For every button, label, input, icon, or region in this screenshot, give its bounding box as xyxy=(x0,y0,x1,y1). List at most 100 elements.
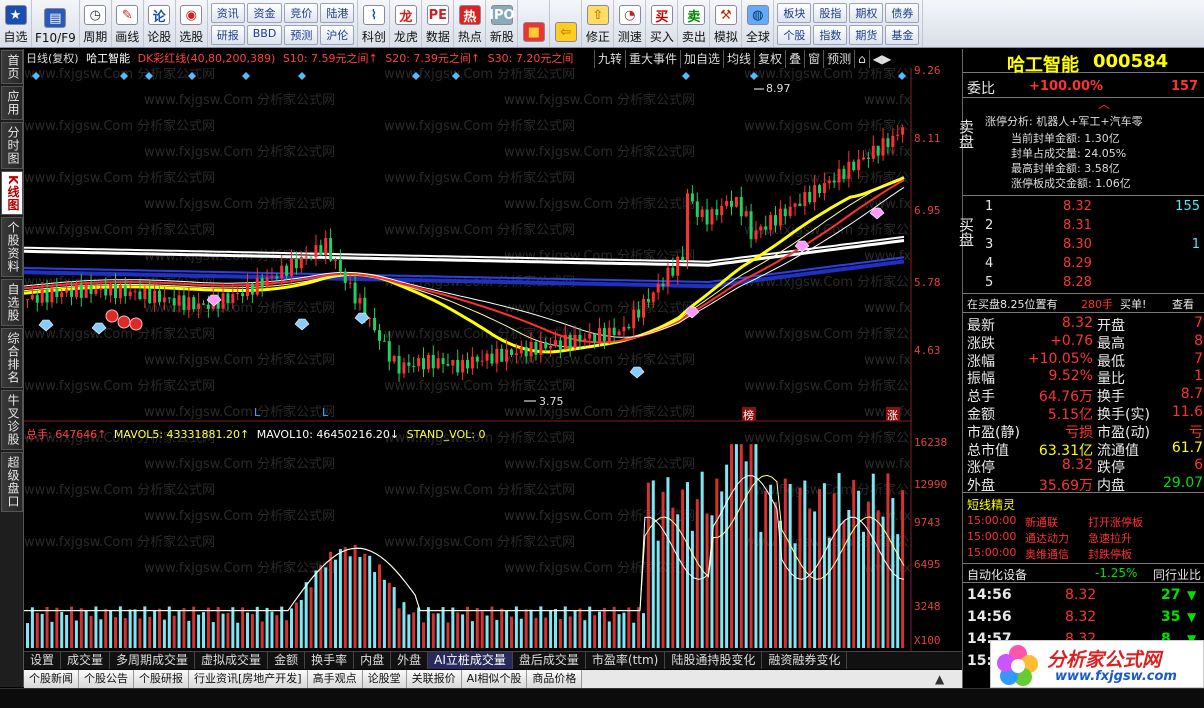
grid-button[interactable]: 期权 xyxy=(849,2,884,23)
chart-btn[interactable]: 复权 xyxy=(754,50,785,68)
bid-price[interactable]: 8.32 xyxy=(1063,199,1092,214)
chart-btn[interactable]: ◀▶ xyxy=(868,50,894,68)
bid-buy-text: 买单! xyxy=(1120,298,1147,311)
sector-name[interactable]: 自动化设备 xyxy=(967,566,1027,583)
bid-price[interactable]: 8.30 xyxy=(1063,237,1092,252)
grid-button[interactable]: 期货 xyxy=(849,24,884,45)
chart-btn[interactable]: 叠 xyxy=(785,50,804,68)
chart-btn[interactable]: 加自选 xyxy=(680,50,723,68)
chart-btn[interactable]: 窗 xyxy=(804,50,823,68)
collapse-icon[interactable]: ︿ xyxy=(1098,95,1110,112)
grid-button[interactable]: 板块 xyxy=(777,2,812,23)
toolbar-buy-button[interactable]: 买买入 xyxy=(646,0,679,47)
kline-chart[interactable]: www.fxjgsw.Com 分析家公式网 www.fxjgsw.Com 分析家公… xyxy=(24,68,912,653)
dx-stock[interactable]: 通达动力 xyxy=(1025,530,1069,546)
chart-btn[interactable]: 重大事件 xyxy=(625,50,680,68)
news-tab[interactable]: 论股堂 xyxy=(362,670,407,688)
indicator-tab[interactable]: 盘后成交量 xyxy=(513,652,586,669)
indicator-tab[interactable]: 多周期成交量 xyxy=(110,652,196,669)
grid-button[interactable]: 竞价 xyxy=(284,2,319,23)
nav-0[interactable]: 首页 xyxy=(1,50,23,84)
indicator-tab[interactable]: AI立桩成交量 xyxy=(428,652,513,669)
indicator-tab[interactable]: 设置 xyxy=(24,652,62,669)
sector-compare[interactable]: 同行业比 xyxy=(1153,566,1201,583)
news-tab[interactable]: 商品价格 xyxy=(527,670,583,688)
indicator-tab[interactable]: 虚拟成交量 xyxy=(195,652,269,669)
dx-stock[interactable]: 新通联 xyxy=(1025,514,1058,530)
volume-bar xyxy=(192,606,196,648)
bid-price[interactable]: 8.29 xyxy=(1063,256,1092,271)
dx-stock[interactable]: 奥维通信 xyxy=(1025,546,1069,562)
chart-btn[interactable]: ⌂ xyxy=(854,50,869,68)
toolbar-f10-button[interactable]: ▤ F10/F9 xyxy=(32,0,80,47)
news-tab[interactable]: 关联报价 xyxy=(406,670,462,688)
toolbar-ipo-button[interactable]: IPO 新股 xyxy=(486,0,519,47)
grid-button[interactable]: 个股 xyxy=(777,24,812,45)
nav-4[interactable]: 个股资料 xyxy=(1,217,23,278)
chart-btn[interactable]: 均线 xyxy=(723,50,754,68)
chart-btn[interactable]: 九转 xyxy=(594,50,625,68)
bid-price[interactable]: 8.28 xyxy=(1063,275,1092,290)
indicator-tab[interactable]: 融资融券变化 xyxy=(762,652,848,669)
pin-icon[interactable]: ▲ xyxy=(935,672,944,686)
indicator-tab[interactable]: 外盘 xyxy=(391,652,429,669)
news-tab[interactable]: 高手观点 xyxy=(307,670,363,688)
toolbar-discuss-button[interactable]: 论论股 xyxy=(144,0,176,47)
grid-button[interactable]: 陆港 xyxy=(320,2,355,23)
indicator-tab[interactable]: 成交量 xyxy=(61,652,111,669)
star-icon: ★ xyxy=(4,5,27,25)
grid-button[interactable]: BBD xyxy=(246,24,283,45)
nav-6[interactable]: 综合排名 xyxy=(1,328,23,389)
nav-3[interactable]: K线图 xyxy=(1,171,23,216)
toolbar-pe-button[interactable]: PE 数据 xyxy=(422,0,455,47)
bid-view-link[interactable]: 查看 xyxy=(1172,296,1194,312)
toolbar-chart-button[interactable]: ⌇ 科创 xyxy=(358,0,391,47)
toolbar-star-button[interactable]: ★ 自选 xyxy=(0,0,32,47)
bid-price[interactable]: 8.31 xyxy=(1063,218,1092,233)
news-tab[interactable]: 个股公告 xyxy=(79,670,134,688)
news-tab[interactable]: 个股研报 xyxy=(134,670,189,688)
grid-button[interactable]: 指数 xyxy=(813,24,848,45)
toolbar-globe-button[interactable]: ◍ 全球 xyxy=(742,0,775,47)
grid-button[interactable]: 沪伦 xyxy=(320,24,355,45)
indicator-tab[interactable]: 内盘 xyxy=(354,652,392,669)
toolbar-dragon-button[interactable]: 龙龙虎 xyxy=(390,0,423,47)
toolbar-clock-button[interactable]: ◷ 周期 xyxy=(80,0,112,47)
news-tab[interactable]: 个股新闻 xyxy=(24,670,79,688)
news-tab[interactable]: AI相似个股 xyxy=(461,670,528,688)
candle-body xyxy=(578,334,582,342)
nav-7[interactable]: 牛叉诊股 xyxy=(1,390,23,451)
grid-button[interactable]: 资讯 xyxy=(210,2,245,23)
toolbar-sell-button[interactable]: 卖卖出 xyxy=(678,0,711,47)
grid-button[interactable]: 研报 xyxy=(210,24,245,45)
indicator-tab[interactable]: 陆股通持股变化 xyxy=(665,652,763,669)
nav-5[interactable]: 自选股 xyxy=(1,279,23,327)
volume-bar xyxy=(26,623,29,648)
period-label[interactable]: 日线(复权) xyxy=(26,52,79,65)
grid-button[interactable]: 基金 xyxy=(885,24,920,45)
volume-bar xyxy=(35,612,39,648)
toolbar-blocks-button[interactable]: ■ xyxy=(518,0,551,47)
svg-text:www.fxjgsw.Com 分析家公式网: www.fxjgsw.Com 分析家公式网 xyxy=(384,534,575,550)
indicator-tab[interactable]: 换手率 xyxy=(305,652,355,669)
indicator-tab[interactable]: 金额 xyxy=(268,652,306,669)
toolbar-speed-button[interactable]: ◔ 测速 xyxy=(614,0,647,47)
bid-level: 4 xyxy=(985,256,994,271)
toolbar-fix-button[interactable]: ⇧ 修正 xyxy=(582,0,615,47)
chart-btn[interactable]: 预测 xyxy=(823,50,854,68)
toolbar-select-stock-button[interactable]: ◉ 选股 xyxy=(176,0,208,47)
nav-1[interactable]: 应用 xyxy=(1,86,23,120)
indicator-tab[interactable]: 市盈率(ttm) xyxy=(586,652,666,669)
grid-button[interactable]: 资金 xyxy=(246,2,283,23)
toolbar-pencil-button[interactable]: ✎ 画线 xyxy=(112,0,144,47)
toolbar-back-arrow-button[interactable]: ⇦ xyxy=(550,0,583,47)
indicator-name[interactable]: DK彩红线(40,80,200,389) xyxy=(138,52,276,65)
nav-2[interactable]: 分时图 xyxy=(1,122,23,169)
grid-button[interactable]: 预测 xyxy=(284,24,319,45)
grid-button[interactable]: 股指 xyxy=(813,2,848,23)
grid-button[interactable]: 债券 xyxy=(885,2,920,23)
toolbar-hammer-button[interactable]: ⚒ 模拟 xyxy=(710,0,743,47)
news-tab[interactable]: 行业资讯[房地产开发] xyxy=(189,670,308,688)
nav-8[interactable]: 超级盘口 xyxy=(1,452,23,513)
toolbar-hot-button[interactable]: 热热点 xyxy=(454,0,487,47)
